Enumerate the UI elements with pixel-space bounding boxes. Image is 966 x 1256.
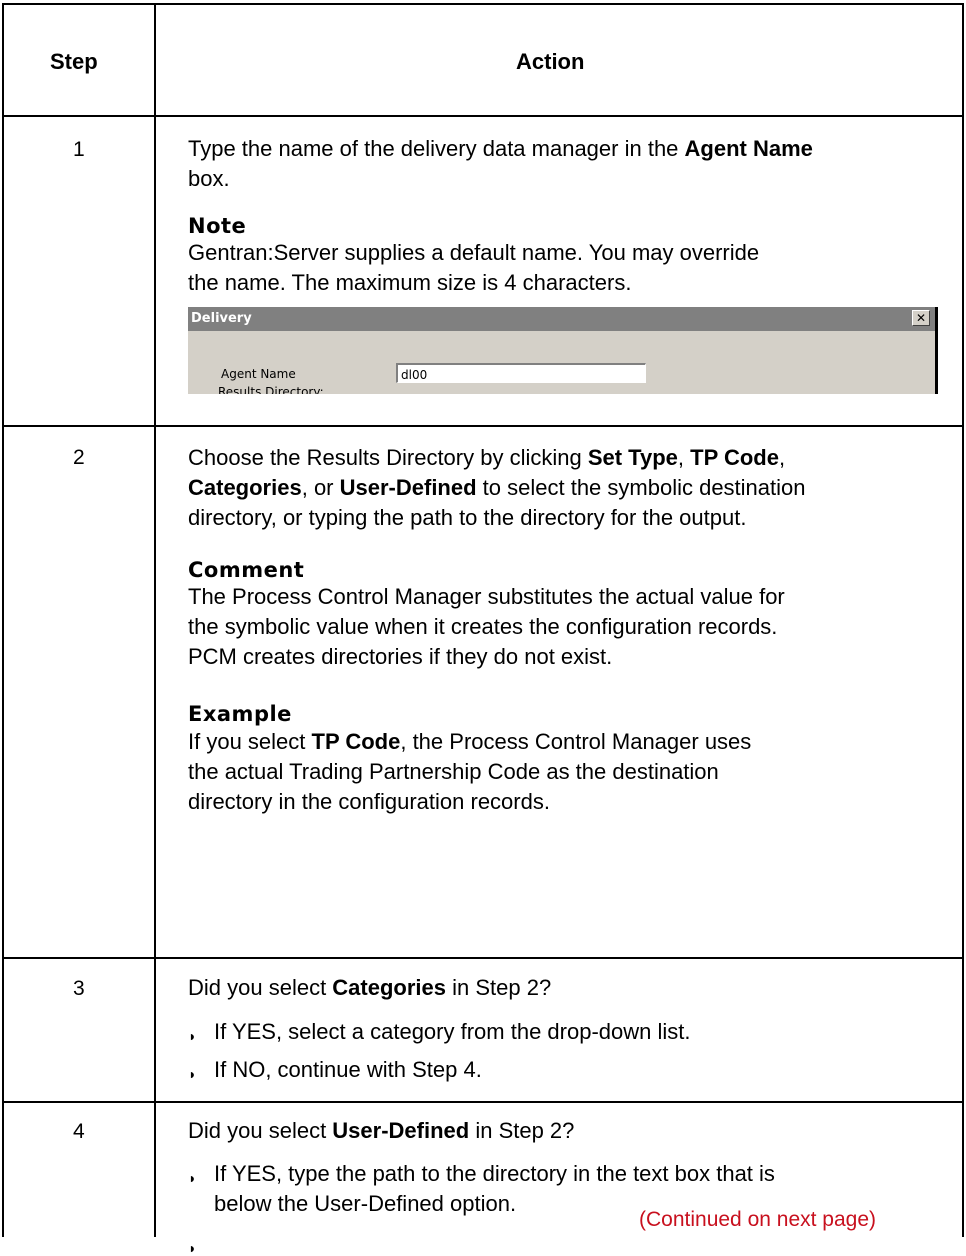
row3-bullet-2: If NO, continue with Step 4. [214,1057,482,1082]
comment-line-2: the symbolic value when it creates the c… [188,614,778,639]
agent-name-label: Agent Name [221,367,296,381]
row4-text-a: Did you select [188,1118,333,1143]
step-number-1: 1 [73,138,85,161]
note-text: Gentran:Server supplies a default name. … [188,238,948,298]
row3-question: Did you select Categories in Step 2? [188,973,551,1003]
row3-text-b: in Step 2? [446,975,552,1000]
row4-question: Did you select User-Defined in Step 2? [188,1116,574,1146]
row3-bullet-1: If YES, select a category from the drop-… [214,1019,691,1044]
comment-line-1: The Process Control Manager substitutes … [188,584,785,609]
table-border-top [2,3,964,5]
header-step: Step [50,49,98,74]
row1-text-b: box. [188,166,230,191]
bullet-icon: ◗ [188,1066,197,1082]
user-defined-bold: User-Defined [339,475,477,500]
row3-text-a: Did you select [188,975,333,1000]
row4-text-b: in Step 2? [469,1118,575,1143]
step-number-3: 3 [73,977,85,1000]
row4-bullet-1-line-2: below the User-Defined option. [214,1191,517,1216]
row4-user-defined-bold: User-Defined [332,1118,470,1143]
row-separator-2 [2,957,964,959]
note-line-1: Gentran:Server supplies a default name. … [188,240,760,265]
row2-instruction: Choose the Results Directory by clicking… [188,443,958,533]
dialog-title: Delivery [191,311,252,326]
dialog-title-bar: Delivery ✕ [188,307,935,331]
row2-sep-1: , [677,445,691,470]
example-text: If you select TP Code, the Process Contr… [188,727,958,817]
table-column-divider [154,3,156,1237]
note-line-2: the name. The maximum size is 4 characte… [188,270,632,295]
header-action: Action [516,49,585,74]
categories-bold: Categories [188,475,302,500]
header-separator [2,115,964,117]
step-action-table: Step Action 1 Type the name of the deliv… [0,0,966,1256]
row1-text-a: Type the name of the delivery data manag… [188,136,685,161]
row2-text-b: to select the symbolic destination [476,475,806,500]
agent-name-input[interactable]: dl00 [396,363,646,383]
set-type-bold: Set Type [587,445,678,470]
tp-code-bold: TP Code [690,445,779,470]
comment-line-3: PCM creates directories if they do not e… [188,644,613,669]
comment-label: Comment [188,558,305,582]
continued-note: (Continued on next page) [639,1208,876,1231]
table-border-right [962,3,964,1237]
row1-agent-name-bold: Agent Name [684,136,813,161]
results-directory-label: Results Directory: [218,385,324,394]
example-label: Example [188,702,292,726]
row1-instruction: Type the name of the delivery data manag… [188,134,948,194]
bullet-icon: ◗ [188,1170,197,1186]
example-line-2: the actual Trading Partnership Code as t… [188,759,719,784]
example-text-a: If you select [188,729,312,754]
table-border-left [2,3,4,1237]
bullet-icon: ◗ [188,1028,197,1044]
row4-bullet-1-line-1: If YES, type the path to the directory i… [214,1161,775,1186]
row3-categories-bold: Categories [332,975,447,1000]
close-icon[interactable]: ✕ [912,310,930,326]
example-tp-code-bold: TP Code [311,729,401,754]
example-line-3: directory in the configuration records. [188,789,550,814]
comment-text: The Process Control Manager substitutes … [188,582,958,672]
step-number-4: 4 [73,1120,85,1143]
row2-text-c: directory, or typing the path to the dir… [188,505,747,530]
delivery-dialog: Delivery ✕ Agent Name dl00 Results Direc… [187,307,938,394]
row2-sep-3: , or [301,475,340,500]
example-text-b: , the Process Control Manager uses [400,729,752,754]
row2-sep-2: , [778,445,786,470]
row2-text-a: Choose the Results Directory by clicking [188,445,588,470]
row-separator-3 [2,1101,964,1103]
bullet-icon: ◗ [188,1240,197,1256]
step-number-2: 2 [73,446,85,469]
note-label: Note [188,214,247,238]
row-separator-1 [2,425,964,427]
